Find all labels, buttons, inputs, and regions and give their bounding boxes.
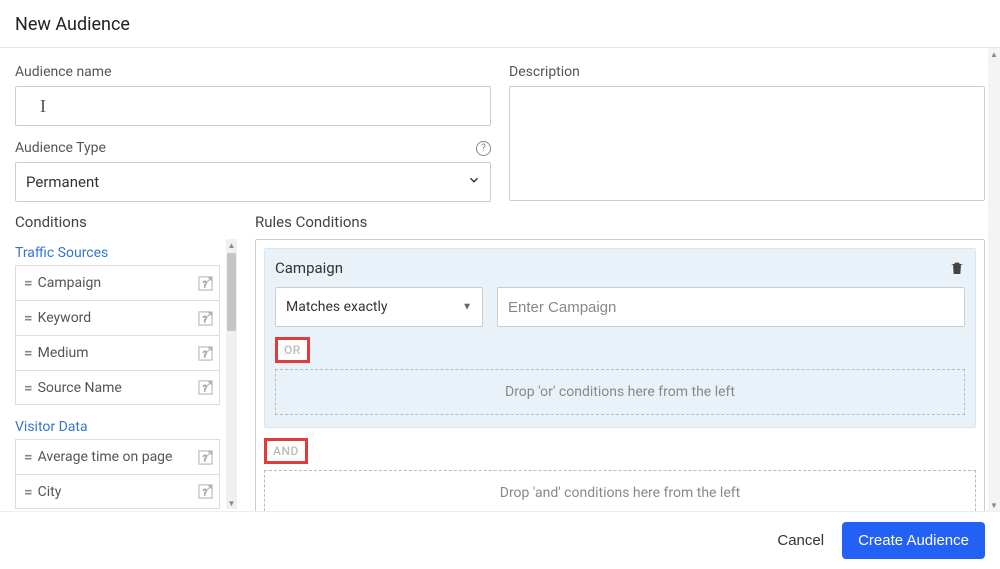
condition-item-label: Campaign: [38, 275, 198, 291]
description-label: Description: [509, 64, 985, 80]
audience-type-value: Permanent: [26, 173, 99, 191]
condition-item-label: Source Name: [38, 380, 198, 396]
rule-group-campaign: Campaign Matches exactly ▼ OR: [264, 248, 976, 428]
audience-name-label: Audience name: [15, 64, 491, 80]
equals-icon: =: [24, 309, 30, 327]
svg-text:?: ?: [203, 383, 208, 394]
conditions-title: Conditions: [15, 213, 237, 231]
help-arrow-icon: ?: [198, 276, 213, 291]
cancel-button[interactable]: Cancel: [777, 532, 824, 549]
condition-item-avg-time[interactable]: = Average time on page ?: [15, 439, 220, 474]
scroll-up-icon[interactable]: ▲: [226, 239, 237, 251]
operator-select[interactable]: Matches exactly ▼: [275, 287, 483, 327]
equals-icon: =: [24, 274, 30, 292]
condition-group-title: Traffic Sources: [15, 245, 220, 261]
or-drop-zone[interactable]: Drop 'or' conditions here from the left: [275, 369, 965, 415]
scrollbar-thumb[interactable]: [227, 253, 236, 331]
rule-value-input[interactable]: [497, 287, 965, 327]
audience-type-select[interactable]: Permanent: [15, 162, 491, 202]
help-icon[interactable]: ?: [476, 141, 491, 156]
rules-container: Campaign Matches exactly ▼ OR: [255, 239, 985, 511]
rule-group-label: Campaign: [275, 259, 965, 277]
help-arrow-icon: ?: [198, 380, 213, 395]
help-arrow-icon: ?: [198, 450, 213, 465]
condition-item-label: City: [38, 484, 198, 500]
svg-text:?: ?: [203, 279, 208, 290]
create-audience-button[interactable]: Create Audience: [842, 522, 985, 559]
rules-title: Rules Conditions: [255, 213, 985, 231]
audience-name-input[interactable]: [15, 86, 491, 126]
main-content: Audience name I Audience Type ? Permanen…: [0, 48, 1000, 511]
help-arrow-icon: ?: [198, 346, 213, 361]
condition-item-label: Keyword: [38, 310, 198, 326]
drop-zone-text: Drop 'or' conditions here from the left: [505, 384, 735, 400]
scroll-down-icon[interactable]: ▼: [226, 497, 237, 509]
help-arrow-icon: ?: [198, 311, 213, 326]
or-badge: OR: [275, 337, 310, 363]
operator-value: Matches exactly: [286, 299, 388, 315]
condition-item-campaign[interactable]: = Campaign ?: [15, 265, 220, 300]
caret-down-icon: ▼: [462, 302, 472, 313]
help-arrow-icon: ?: [198, 484, 213, 499]
equals-icon: =: [24, 344, 30, 362]
condition-item-medium[interactable]: = Medium ?: [15, 335, 220, 370]
audience-type-label: Audience Type: [15, 140, 106, 156]
description-input[interactable]: [509, 86, 985, 201]
svg-text:?: ?: [203, 349, 208, 360]
equals-icon: =: [24, 379, 30, 397]
svg-text:?: ?: [203, 314, 208, 325]
main-scrollbar[interactable]: ▲ ▼: [988, 48, 1000, 511]
conditions-scrollbar[interactable]: ▲ ▼: [226, 239, 237, 509]
equals-icon: =: [24, 483, 30, 501]
condition-item-source-name[interactable]: = Source Name ?: [15, 370, 220, 405]
condition-group-title: Visitor Data: [15, 419, 220, 435]
trash-icon[interactable]: [949, 259, 965, 281]
svg-text:?: ?: [203, 487, 208, 498]
condition-item-keyword[interactable]: = Keyword ?: [15, 300, 220, 335]
and-drop-zone[interactable]: Drop 'and' conditions here from the left: [264, 470, 976, 511]
scroll-down-icon[interactable]: ▼: [988, 499, 1000, 511]
condition-item-label: Average time on page: [38, 449, 198, 465]
condition-item-label: Medium: [38, 345, 198, 361]
svg-text:?: ?: [203, 453, 208, 464]
condition-item-city[interactable]: = City ?: [15, 474, 220, 509]
footer: Cancel Create Audience: [0, 511, 1000, 569]
drop-zone-text: Drop 'and' conditions here from the left: [500, 485, 740, 501]
and-badge: AND: [264, 438, 308, 464]
page-title: New Audience: [0, 0, 1000, 48]
equals-icon: =: [24, 448, 30, 466]
scroll-up-icon[interactable]: ▲: [988, 48, 1000, 60]
